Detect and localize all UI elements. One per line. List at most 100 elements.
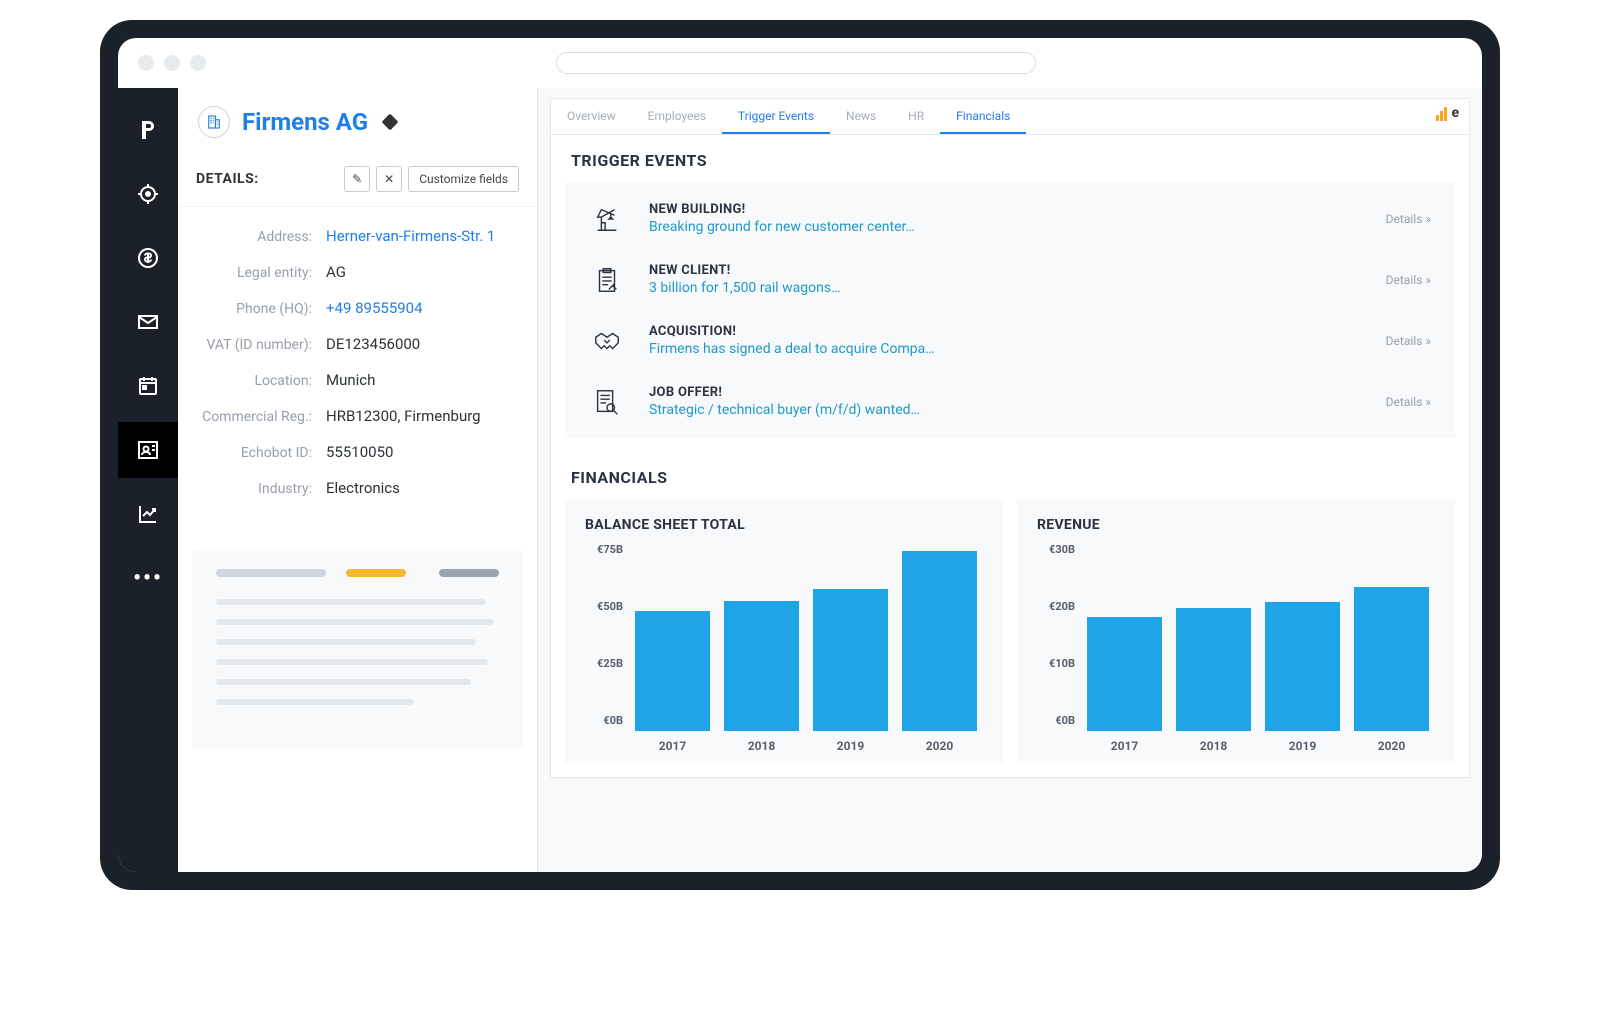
trigger-event: NEW BUILDING! Breaking ground for new cu… <box>565 188 1455 249</box>
event-details-link[interactable]: Details » <box>1386 212 1431 226</box>
crane-icon <box>589 204 625 234</box>
nav-sidebar: ••• <box>118 88 178 872</box>
event-details-link[interactable]: Details » <box>1386 395 1431 409</box>
event-description[interactable]: Breaking ground for new customer center… <box>649 219 1362 235</box>
chart-x-label: 2017 <box>659 739 687 753</box>
event-title: NEW CLIENT! <box>649 263 1362 278</box>
tag-icon[interactable] <box>382 114 399 131</box>
trigger-event: NEW CLIENT! 3 billion for 1,500 rail wag… <box>565 249 1455 310</box>
edit-button[interactable]: ✎ <box>344 166 370 192</box>
chart-y-tick: €50B <box>597 600 623 613</box>
chart-y-tick: €20B <box>1049 600 1075 613</box>
detail-row: Phone (HQ):+49 89555904 <box>196 299 519 317</box>
close-button[interactable]: ✕ <box>376 166 402 192</box>
window-control-dot <box>164 55 180 71</box>
detail-value: Electronics <box>326 479 400 497</box>
chart-bar: 2018 <box>724 601 799 753</box>
detail-label: VAT (ID number): <box>196 337 326 353</box>
chart-bar: 2020 <box>1354 587 1429 753</box>
chart-bar: 2020 <box>902 551 977 753</box>
detail-value[interactable]: +49 89555904 <box>326 299 423 317</box>
chart-bar: 2018 <box>1176 608 1251 753</box>
detail-row: Echobot ID:55510050 <box>196 443 519 461</box>
echobot-brand-icon: e <box>1436 105 1459 121</box>
nav-mail-icon[interactable] <box>118 294 178 350</box>
chart-x-label: 2017 <box>1111 739 1139 753</box>
nav-logo[interactable] <box>118 102 178 158</box>
nav-target-icon[interactable] <box>118 166 178 222</box>
chart-bar: 2017 <box>635 611 710 753</box>
tab-hr[interactable]: HR <box>892 99 940 134</box>
financials-heading: FINANCIALS <box>551 452 1469 499</box>
nav-more-icon[interactable]: ••• <box>118 550 178 606</box>
detail-label: Address: <box>196 229 326 245</box>
chart-y-tick: €0B <box>1055 714 1075 727</box>
detail-value: DE123456000 <box>326 335 420 353</box>
tab-employees[interactable]: Employees <box>632 99 722 134</box>
chart-bar: 2019 <box>1265 602 1340 753</box>
chart-title: REVENUE <box>1037 517 1435 533</box>
company-name[interactable]: Firmens AG <box>242 108 368 136</box>
tab-trigger-events[interactable]: Trigger Events <box>722 99 830 134</box>
detail-label: Echobot ID: <box>196 445 326 461</box>
detail-value: 55510050 <box>326 443 393 461</box>
nav-contacts-icon[interactable] <box>118 422 178 478</box>
detail-row: Location:Munich <box>196 371 519 389</box>
company-building-icon <box>198 106 230 138</box>
event-details-link[interactable]: Details » <box>1386 334 1431 348</box>
customize-fields-button[interactable]: Customize fields <box>408 166 519 192</box>
window-control-dot <box>138 55 154 71</box>
detail-label: Phone (HQ): <box>196 301 326 317</box>
tabs-bar: OverviewEmployeesTrigger EventsNewsHRFin… <box>551 99 1469 135</box>
tab-news[interactable]: News <box>830 99 892 134</box>
placeholder-card <box>192 549 523 749</box>
detail-label: Commercial Reg.: <box>196 409 326 425</box>
event-title: JOB OFFER! <box>649 385 1362 400</box>
nav-analytics-icon[interactable] <box>118 486 178 542</box>
event-details-link[interactable]: Details » <box>1386 273 1431 287</box>
chart-bar: 2017 <box>1087 617 1162 753</box>
trigger-events-heading: TRIGGER EVENTS <box>551 135 1469 182</box>
trigger-event: ACQUISITION! Firmens has signed a deal t… <box>565 310 1455 371</box>
event-description[interactable]: Firmens has signed a deal to acquire Com… <box>649 341 1362 357</box>
chart-x-label: 2020 <box>1378 739 1406 753</box>
detail-value: HRB12300, Firmenburg <box>326 407 481 425</box>
tab-financials[interactable]: Financials <box>940 99 1026 134</box>
detail-value[interactable]: Herner-van-Firmens-Str. 1 <box>326 227 495 245</box>
event-title: NEW BUILDING! <box>649 202 1362 217</box>
chart-title: BALANCE SHEET TOTAL <box>585 517 983 533</box>
tab-overview[interactable]: Overview <box>551 99 632 134</box>
detail-label: Industry: <box>196 481 326 497</box>
chart-card: REVENUE €30B€20B€10B€0B 2017201820192020 <box>1017 499 1455 763</box>
chart-y-tick: €0B <box>603 714 623 727</box>
detail-row: Legal entity:AG <box>196 263 519 281</box>
detail-row: VAT (ID number):DE123456000 <box>196 335 519 353</box>
trigger-event: JOB OFFER! Strategic / technical buyer (… <box>565 371 1455 432</box>
event-title: ACQUISITION! <box>649 324 1362 339</box>
chart-bar: 2019 <box>813 589 888 753</box>
event-description[interactable]: Strategic / technical buyer (m/f/d) want… <box>649 402 1362 418</box>
chart-y-tick: €10B <box>1049 657 1075 670</box>
detail-row: Commercial Reg.:HRB12300, Firmenburg <box>196 407 519 425</box>
clipboard-icon <box>589 265 625 295</box>
chart-x-label: 2018 <box>748 739 776 753</box>
chart-x-label: 2019 <box>1289 739 1317 753</box>
detail-label: Legal entity: <box>196 265 326 281</box>
detail-row: Address:Herner-van-Firmens-Str. 1 <box>196 227 519 245</box>
chart-y-tick: €75B <box>597 543 623 556</box>
nav-deals-icon[interactable] <box>118 230 178 286</box>
address-bar[interactable] <box>556 52 1036 74</box>
detail-value: AG <box>326 263 346 281</box>
details-heading: DETAILS: <box>196 171 259 187</box>
chart-card: BALANCE SHEET TOTAL €75B€50B€25B€0B 2017… <box>565 499 1003 763</box>
detail-label: Location: <box>196 373 326 389</box>
window-control-dot <box>190 55 206 71</box>
chart-x-label: 2019 <box>837 739 865 753</box>
detail-value: Munich <box>326 371 375 389</box>
chart-x-label: 2020 <box>926 739 954 753</box>
chart-x-label: 2018 <box>1200 739 1228 753</box>
nav-calendar-icon[interactable] <box>118 358 178 414</box>
company-details-panel: Firmens AG DETAILS: ✎ ✕ Customize fields… <box>178 88 538 872</box>
handshake-icon <box>589 326 625 356</box>
event-description[interactable]: 3 billion for 1,500 rail wagons… <box>649 280 1362 296</box>
